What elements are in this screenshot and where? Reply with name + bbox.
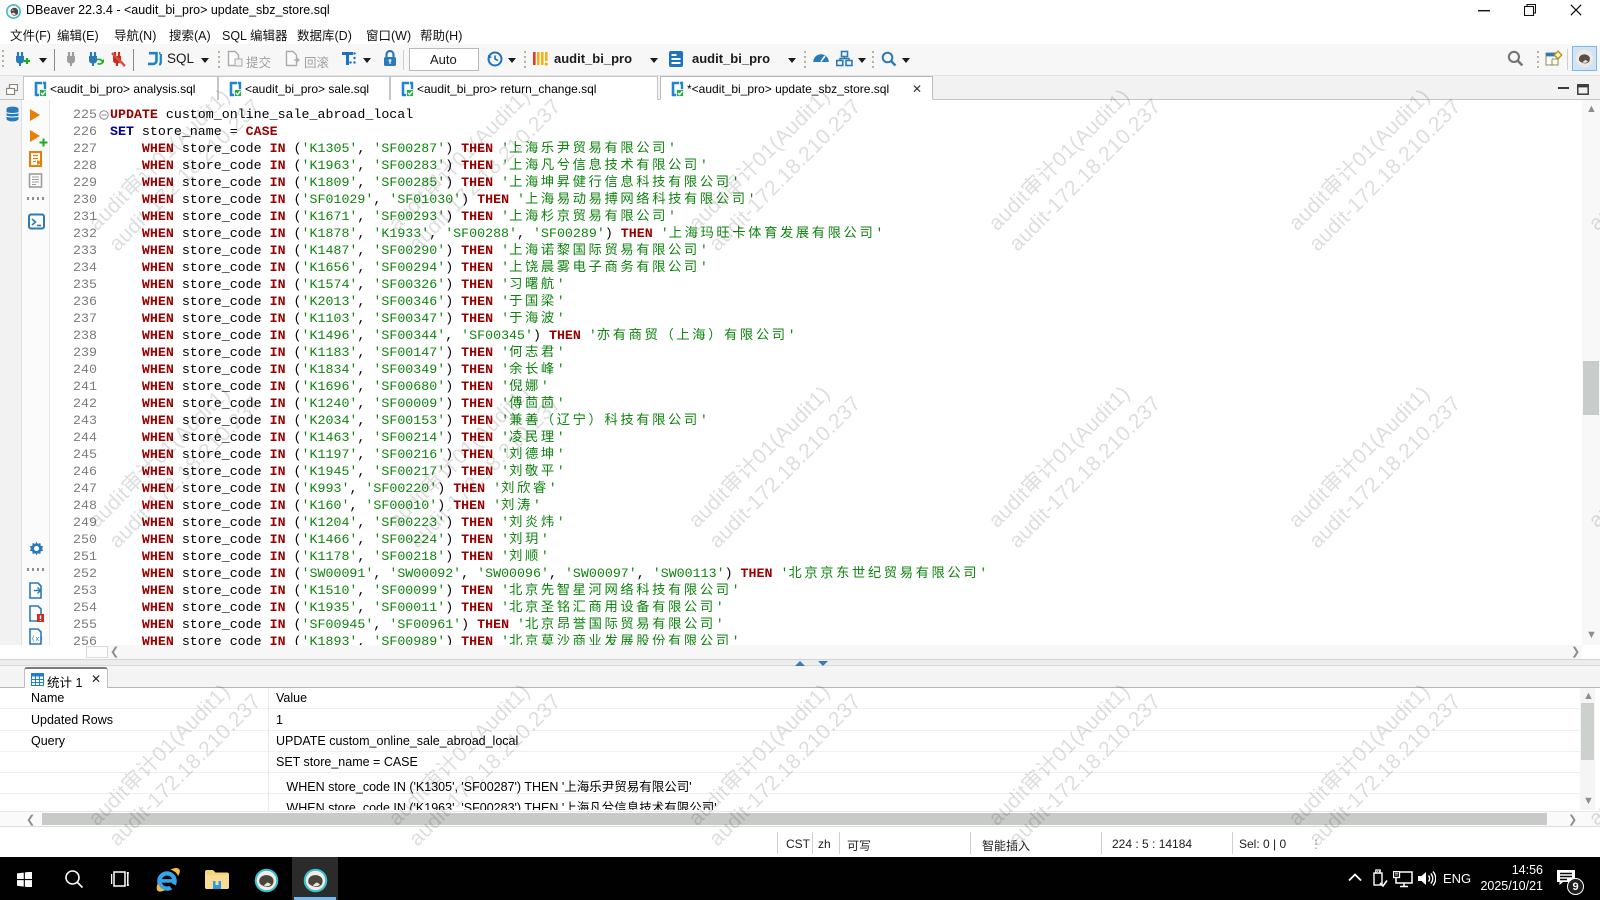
svg-text:(x): (x) [31, 635, 44, 643]
